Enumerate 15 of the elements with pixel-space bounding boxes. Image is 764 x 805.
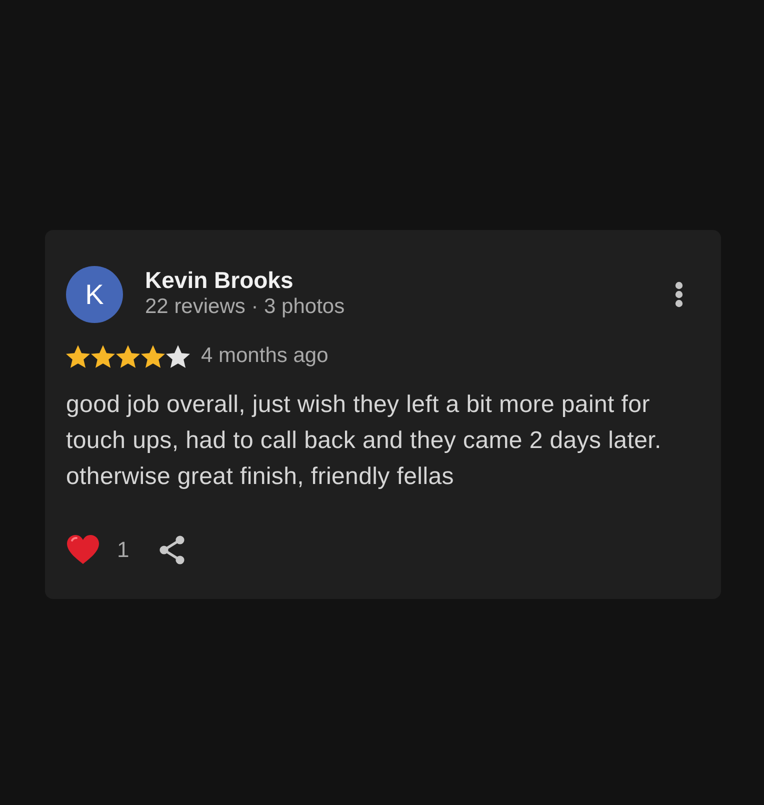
avatar: K bbox=[66, 266, 123, 323]
star-icon bbox=[66, 344, 90, 368]
star-icon bbox=[166, 344, 190, 368]
more-options-button[interactable] bbox=[674, 281, 684, 308]
star-icon bbox=[116, 344, 140, 368]
more-vert-icon bbox=[674, 281, 684, 308]
share-icon[interactable] bbox=[158, 534, 186, 564]
review-text: good job overall, just wish they left a bit more paint for touch ups, had to call back and they came 2 days later. otherwise great finish, friendly fellas bbox=[66, 390, 662, 492]
like-count: 1 bbox=[117, 536, 130, 562]
star-icon bbox=[141, 344, 165, 368]
star-icon bbox=[91, 344, 115, 368]
author-stats: 22 reviews · 3 photos bbox=[145, 294, 345, 320]
heart-icon[interactable] bbox=[66, 534, 100, 565]
review-time: 4 months ago bbox=[201, 344, 328, 368]
author-name[interactable]: Kevin Brooks bbox=[145, 267, 294, 293]
